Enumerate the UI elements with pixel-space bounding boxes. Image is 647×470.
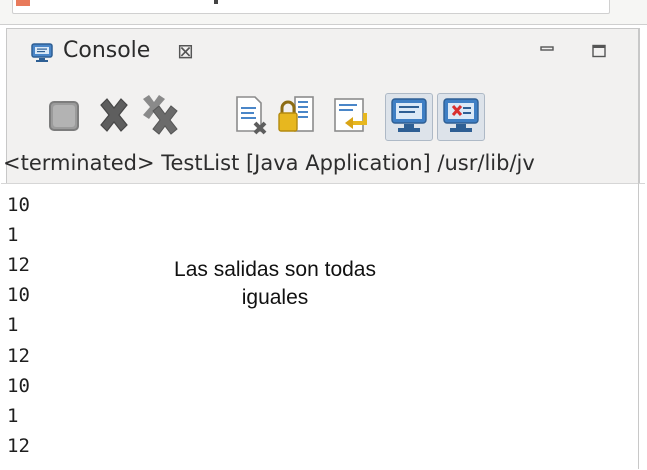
scroll-lock-icon [278,96,314,132]
console-tab-bar: Console ⊠ [7,29,639,77]
output-line: 12 [7,254,30,276]
scroll-lock-button[interactable] [273,93,319,139]
remove-all-x-icon [143,95,178,135]
remove-launch-button[interactable] [91,93,137,139]
editor-marker [16,0,30,6]
clear-console-button[interactable] [229,93,275,139]
output-line: 1 [7,314,19,336]
word-wrap-icon [334,98,367,132]
output-line: 10 [7,284,30,306]
output-line: 1 [7,405,19,427]
remove-all-terminated-button[interactable] [137,93,183,139]
pin-console-button[interactable] [385,93,433,141]
display-selected-console-button[interactable] [437,93,485,141]
display-console-icon [443,98,479,132]
view-right-border [638,28,639,469]
output-line: 10 [7,375,30,397]
annotation-line-2: iguales [241,286,309,309]
console-monitor-icon [31,43,53,63]
word-wrap-button[interactable] [329,93,375,139]
annotation-line-1: Las salidas son todas [174,258,376,281]
output-line: 10 [7,194,30,216]
pin-console-icon [391,98,427,132]
close-icon[interactable]: ⊠ [177,39,194,63]
console-status-line: <terminated> TestList [Java Application]… [3,151,535,175]
maximize-icon[interactable] [591,43,607,58]
console-tab-title: Console [63,38,151,63]
stop-square-icon [49,101,79,131]
editor-dot [214,0,218,4]
clear-console-icon [236,96,267,135]
console-output[interactable]: 10 1 12 10 1 12 10 1 12 [1,183,645,470]
output-line: 12 [7,345,30,367]
console-view: Console ⊠ <terminated> TestList [Java Ap… [1,28,645,470]
console-toolbar [7,85,639,149]
terminate-button[interactable] [41,93,87,139]
annotation-text: Las salidas son todas iguales [130,256,420,312]
editor-area-strip [0,0,647,25]
output-line: 1 [7,224,19,246]
output-line: 12 [7,435,30,457]
editor-tab-strip [12,0,610,14]
minimize-icon[interactable] [539,43,555,57]
remove-x-icon [100,98,128,132]
console-tab[interactable]: Console ⊠ [7,29,221,77]
